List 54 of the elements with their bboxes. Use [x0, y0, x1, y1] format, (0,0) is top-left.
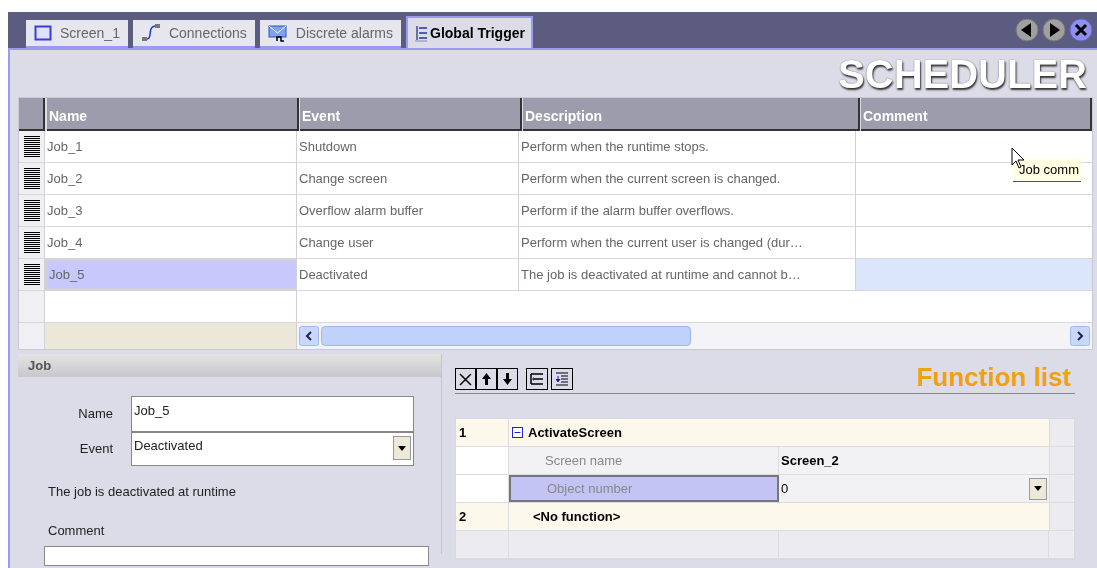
table-cell: Overflow alarm buffer	[297, 195, 519, 226]
scroll-right-icon[interactable]	[1070, 326, 1090, 346]
name-field[interactable]: Job_5	[131, 396, 414, 432]
previous-icon[interactable]	[1015, 18, 1039, 42]
table-cell: Job_4	[45, 227, 297, 258]
parameter-value[interactable]: Screen_2	[781, 450, 839, 471]
function-placeholder[interactable]: <No function>	[533, 506, 621, 527]
tab[interactable]: Connections	[132, 20, 255, 48]
tab[interactable]: Global Trigger	[406, 16, 533, 48]
table-cell: Change screen	[297, 163, 519, 194]
table-cell: Job_2	[45, 163, 297, 194]
scheduler-title: SCHEDULER	[838, 53, 1087, 94]
close-icon[interactable]	[1069, 18, 1093, 42]
move-down-icon[interactable]	[497, 368, 518, 390]
panel-title: Job	[18, 354, 441, 377]
scrollbar-thumb[interactable]	[321, 326, 691, 346]
horizontal-scrollbar[interactable]	[297, 323, 1092, 349]
function-list-title: Function list	[916, 364, 1071, 390]
row-number: 1	[456, 419, 509, 446]
table-cell: Shutdown	[297, 131, 519, 162]
table-cell: Job_1	[45, 131, 297, 162]
function-name[interactable]: ActivateScreen	[528, 422, 622, 443]
column-header[interactable]: Comment	[861, 98, 1092, 131]
event-description: The job is deactivated at runtime	[48, 483, 237, 501]
indent-icon[interactable]	[551, 368, 573, 390]
next-icon[interactable]	[1042, 18, 1066, 42]
event-label: Event	[78, 440, 114, 459]
tab[interactable]: Discrete alarms	[259, 20, 401, 48]
parameter-label[interactable]: Screen name	[509, 447, 779, 474]
comment-label: Comment	[48, 521, 106, 540]
column-header[interactable]: Event	[300, 98, 522, 131]
event-dropdown[interactable]: Deactivated	[131, 432, 414, 466]
table-cell: Job_3	[45, 195, 297, 226]
name-label: Name	[77, 405, 114, 424]
scroll-left-icon[interactable]	[299, 326, 319, 346]
screen-icon	[34, 25, 52, 41]
list-icon	[414, 24, 428, 42]
row-number: 2	[456, 503, 509, 530]
delete-icon[interactable]	[455, 368, 476, 390]
table-cell: Job_5	[45, 259, 297, 290]
table-cell: Deactivated	[297, 259, 519, 290]
parameter-value[interactable]: 0	[781, 478, 789, 499]
move-up-icon[interactable]	[476, 368, 497, 390]
column-header[interactable]: Description	[523, 98, 860, 131]
envelope-icon	[267, 24, 288, 42]
column-header[interactable]: Name	[47, 98, 299, 131]
connection-icon	[140, 23, 161, 43]
collapse-icon[interactable]	[512, 427, 523, 438]
table-cell: Change user	[297, 227, 519, 258]
tab[interactable]: Screen_1	[26, 20, 128, 48]
tooltip: Job comm	[1013, 158, 1081, 182]
comment-field[interactable]	[44, 546, 429, 566]
outdent-icon[interactable]	[526, 368, 548, 390]
row-header-corner	[19, 98, 45, 131]
